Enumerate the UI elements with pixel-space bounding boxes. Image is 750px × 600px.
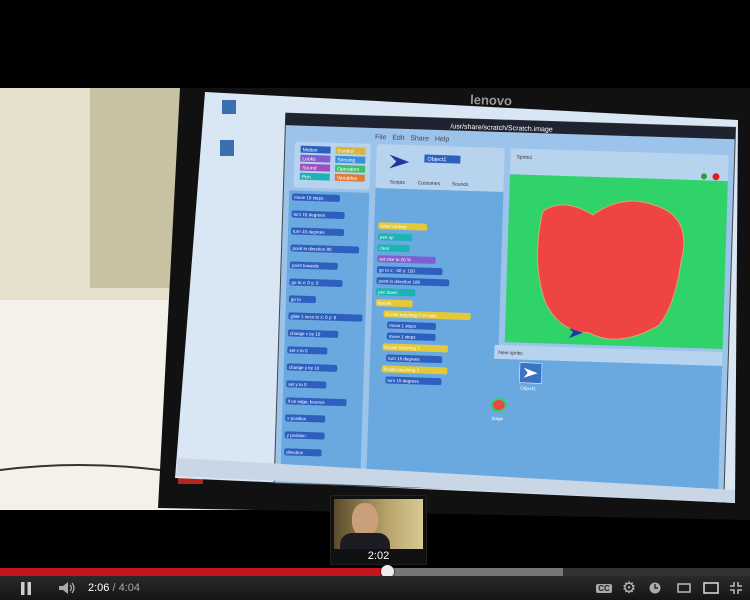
category-pen[interactable]: Pen: [302, 174, 311, 180]
stage-thumb-label: Stage: [491, 416, 503, 421]
category-looks[interactable]: Looks: [302, 156, 316, 162]
clock-icon: [649, 582, 661, 594]
video-frame[interactable]: lenovo /usr/share/scratch/Scratch.image …: [0, 0, 750, 565]
fullscreen-icon: [730, 582, 742, 594]
settings-button[interactable]: ⚙: [619, 576, 639, 600]
tab-sounds[interactable]: Sounds: [452, 181, 470, 188]
category-sensing[interactable]: Sensing: [337, 157, 355, 164]
category-variables[interactable]: Variables: [337, 175, 358, 182]
red-blob: [537, 200, 685, 340]
gear-icon: ⚙: [621, 580, 637, 597]
script-block-label: pen down: [378, 289, 398, 295]
palette-block-label: set x to 0: [289, 348, 308, 354]
script-block-label: when clicked: [380, 224, 406, 230]
small-player-button[interactable]: [674, 576, 694, 600]
player-controls: 2:06 / 4:04 CC ⚙: [0, 576, 750, 600]
new-sprite-label: New sprite:: [498, 350, 523, 357]
menu-edit[interactable]: Edit: [392, 135, 404, 142]
script-block-label: move 1 steps: [389, 323, 417, 329]
palette-block-label: turn 15 degrees: [293, 229, 325, 235]
menu-share[interactable]: Share: [410, 135, 429, 143]
sprite-thumb-label: Object1: [520, 386, 536, 392]
script-block-label: move 1 steps: [389, 334, 417, 340]
palette-block-label: move 10 steps: [294, 195, 324, 201]
menu-help[interactable]: Help: [435, 136, 450, 143]
preview-thumbnail: [334, 499, 423, 549]
category-motion[interactable]: Motion: [303, 147, 318, 153]
captions-icon: CC: [596, 583, 612, 593]
tab-scripts[interactable]: Scripts: [390, 179, 406, 185]
tab-costumes[interactable]: Costumes: [418, 180, 441, 187]
palette-block-label: y position: [287, 433, 307, 439]
volume-button[interactable]: [54, 576, 80, 600]
palette-block-label: go to x: 0 y: 0: [291, 280, 319, 286]
menu-file[interactable]: File: [375, 134, 387, 141]
preview-time: 2:02: [367, 550, 390, 562]
current-time: 2:06: [88, 582, 110, 594]
large-player-button[interactable]: [700, 576, 722, 600]
script-block-label: turn 15 degrees: [388, 356, 420, 362]
palette-block-label: point towards: [292, 263, 320, 269]
time-separator: /: [112, 582, 116, 594]
stage-sprite-label: Sprite1: [516, 154, 532, 161]
palette-block-label: set y to 0: [288, 382, 307, 388]
palette-block-label: x position: [287, 416, 307, 422]
palette-block-label: change x by 10: [290, 331, 321, 337]
script-block-label: set size to 20 %: [379, 256, 411, 262]
pause-icon: [21, 581, 31, 595]
palette-block-label: direction: [286, 450, 304, 456]
monitor-brand: lenovo: [470, 92, 512, 108]
stage-thumb[interactable]: [490, 398, 507, 413]
desktop-icon: [220, 140, 234, 156]
category-sound[interactable]: Sound: [302, 165, 317, 171]
category-operators[interactable]: Operators: [337, 166, 360, 173]
volume-icon: [59, 582, 75, 594]
large-player-icon: [703, 582, 719, 594]
duration: 4:04: [118, 582, 141, 594]
small-player-icon: [677, 583, 691, 593]
seek-preview: 2:02: [330, 495, 427, 565]
time-display: 2:06 / 4:04: [88, 576, 148, 600]
progress-bar[interactable]: [0, 565, 750, 578]
watch-later-button[interactable]: [646, 576, 664, 600]
palette-block-label: go to: [291, 297, 302, 302]
palette-block-label: turn 15 degrees: [294, 212, 326, 218]
script-block-label: pen up: [380, 234, 394, 239]
captions-button[interactable]: CC: [593, 576, 615, 600]
pause-button[interactable]: [14, 576, 38, 600]
palette-block-label: change y by 10: [289, 365, 320, 371]
category-control[interactable]: Control: [337, 148, 353, 155]
played-bar: [0, 568, 387, 576]
script-block-label: forever: [378, 300, 393, 305]
sprite-name-field[interactable]: Object1: [427, 157, 446, 164]
script-block-label: clear: [379, 245, 389, 250]
script-block-label: turn 15 degrees: [387, 378, 419, 384]
fullscreen-button[interactable]: [726, 576, 746, 600]
desktop-icon: [222, 100, 236, 114]
